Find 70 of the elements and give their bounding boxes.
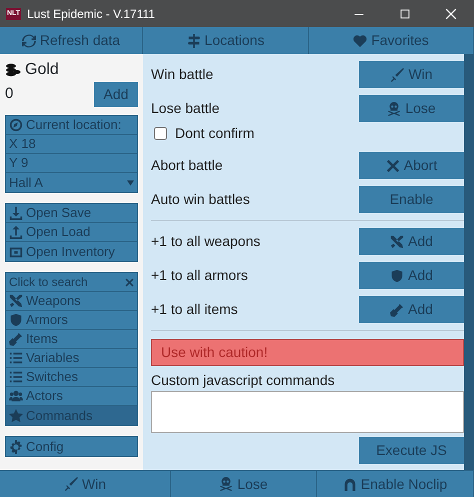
signpost-icon [186, 34, 201, 48]
sword-icon [390, 68, 404, 82]
download-icon [9, 206, 23, 220]
row-label: +1 to all weapons [151, 232, 260, 251]
row-label: Lose battle [151, 99, 220, 118]
inventory-icon [9, 244, 23, 258]
menu-item[interactable]: Open Inventory [6, 242, 137, 261]
window-title: Lust Epidemic - V.17111 [27, 6, 156, 22]
category-item[interactable]: Switches [6, 368, 137, 387]
menu-item[interactable]: Open Load [6, 223, 137, 242]
category-item[interactable]: Commands [6, 406, 137, 425]
maximize-icon[interactable] [398, 6, 412, 20]
x-coordinate: X 18 [6, 135, 137, 154]
shovel-icon [390, 302, 404, 316]
swords-icon [9, 294, 23, 308]
coins-icon [5, 62, 21, 78]
upload-icon [9, 225, 23, 239]
heart-icon [353, 34, 368, 48]
close-icon [386, 158, 400, 172]
warning-alert: Use with caution! [151, 339, 464, 366]
search-input[interactable]: Click to search [9, 273, 122, 291]
category-item[interactable]: Armors [6, 311, 137, 330]
category-item[interactable]: Variables [6, 349, 137, 368]
list-icon [9, 370, 23, 384]
star-icon [9, 408, 23, 422]
clear-icon [125, 278, 134, 286]
checkbox-label: Dont confirm [175, 124, 254, 143]
category-item[interactable]: Actors [6, 387, 137, 406]
row-label: Auto win battles [151, 190, 250, 209]
sword-icon [64, 477, 78, 491]
add-button[interactable]: Add [94, 82, 138, 107]
y-coordinate: Y 9 [6, 154, 137, 173]
map-dropdown[interactable]: Hall A [6, 173, 137, 192]
row-label: +1 to all armors [151, 266, 248, 285]
action-button[interactable]: Lose [359, 95, 464, 122]
row-label: Abort battle [151, 156, 223, 175]
action-button[interactable]: Enable [359, 186, 464, 213]
caret-icon [127, 180, 134, 186]
category-item[interactable]: Weapons [6, 292, 137, 311]
compass-icon [9, 118, 23, 132]
action-button[interactable]: Abort [359, 152, 464, 179]
settings-icon [9, 440, 23, 454]
execute-button[interactable]: Execute JS [359, 437, 464, 464]
list-icon [9, 351, 23, 365]
row-label: Win battle [151, 65, 214, 84]
skull-icon [387, 102, 402, 116]
add-button[interactable]: Add [359, 228, 464, 255]
currency-amount: 0 [5, 84, 14, 104]
add-button[interactable]: Add [359, 262, 464, 289]
row-label: +1 to all items [151, 300, 238, 319]
action-button[interactable]: Win [359, 61, 464, 88]
close-icon[interactable] [444, 6, 458, 20]
refresh-icon [22, 34, 36, 48]
arch-icon [342, 477, 357, 491]
users-icon [9, 389, 23, 403]
config-item[interactable]: Config [6, 437, 137, 456]
currency-label: Gold [25, 60, 59, 80]
category-item[interactable]: Items [6, 330, 137, 349]
shield-icon [390, 268, 404, 282]
swords-icon [390, 234, 404, 248]
code-input[interactable] [151, 391, 464, 433]
menu-item[interactable]: Open Save [6, 204, 137, 223]
checkbox[interactable] [154, 127, 167, 140]
shield-icon [9, 313, 23, 327]
skull-icon [219, 477, 234, 491]
field-label: Custom javascript commands [151, 371, 336, 390]
add-button[interactable]: Add [359, 296, 464, 323]
search-field[interactable]: Click to search [6, 273, 137, 292]
location-header: Current location: [6, 116, 137, 135]
shovel-icon [9, 332, 23, 346]
